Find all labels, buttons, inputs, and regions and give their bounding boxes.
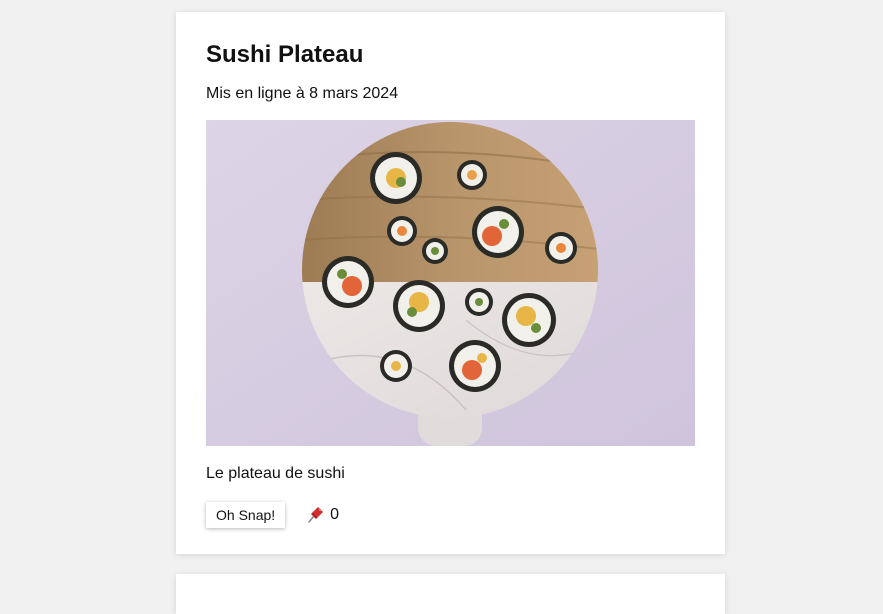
next-post-card (176, 574, 725, 614)
post-caption: Le plateau de sushi (206, 465, 345, 482)
post-date: Mis en ligne à 8 mars 2024 (206, 85, 399, 102)
post-title: Sushi Plateau (206, 41, 364, 68)
pin-count: 0 (330, 506, 340, 523)
pin-counter[interactable]: 0 (305, 505, 339, 525)
oh-snap-button[interactable]: Oh Snap! (206, 502, 286, 528)
post-actions: Oh Snap! 0 (206, 502, 695, 528)
pushpin-icon (308, 507, 324, 523)
post-photo (206, 120, 695, 446)
post-card: Sushi Plateau Mis en ligne à 8 mars 2024 (176, 12, 725, 554)
